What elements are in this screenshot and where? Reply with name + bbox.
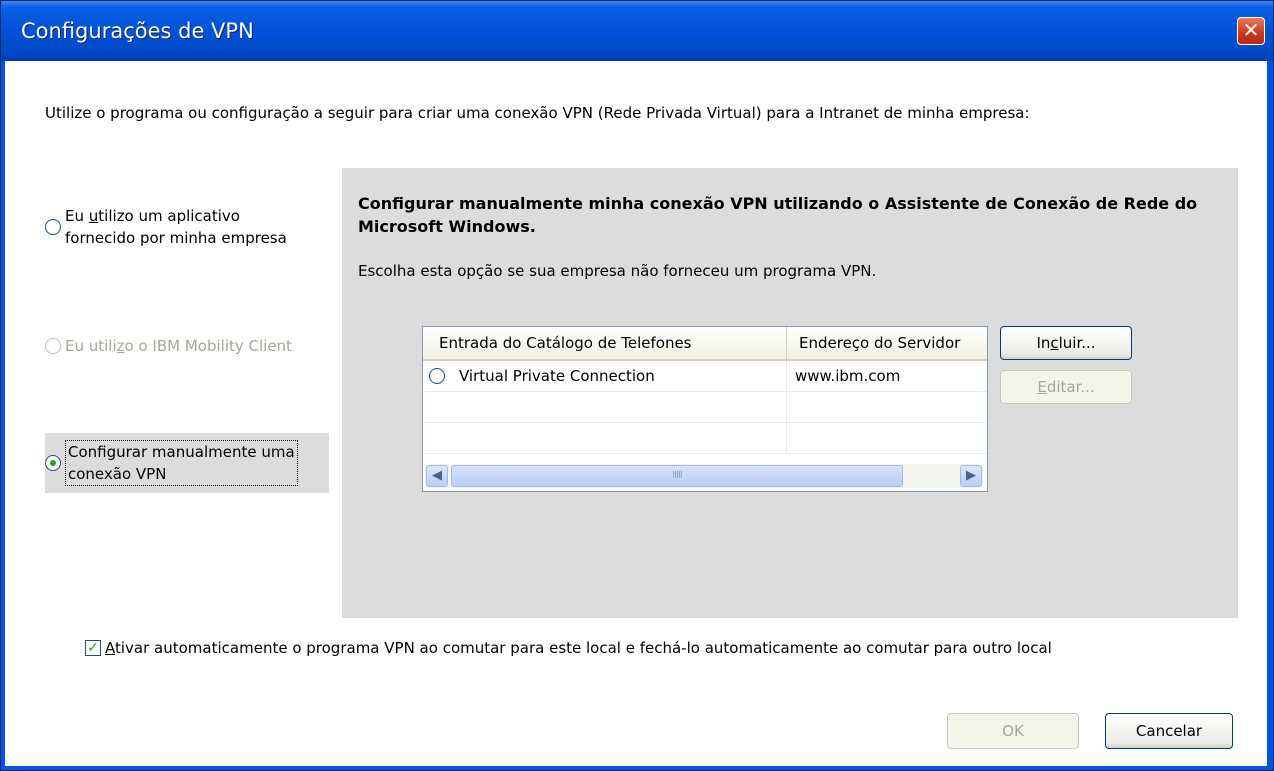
option-company-app-label: Eu utilizo um aplicativo fornecido por mi… xyxy=(65,207,287,247)
panel-description: Escolha esta opção se sua empresa não fo… xyxy=(358,262,877,280)
vpn-settings-dialog: Configurações de VPN ✕ Utilize o program… xyxy=(0,0,1274,771)
ok-button: OK xyxy=(947,713,1079,749)
list-header: Entrada do Catálogo de Telefones Endereç… xyxy=(423,327,987,361)
auto-activate-checkbox[interactable]: ✓ xyxy=(85,640,101,656)
scroll-left-icon[interactable]: ◀ xyxy=(426,465,448,487)
panel-heading: Configurar manualmente minha conexão VPN… xyxy=(358,194,1198,236)
auto-activate-label: Ativar automaticamente o programa VPN ao… xyxy=(105,639,1052,657)
auto-activate-option[interactable]: ✓ Ativar automaticamente o programa VPN … xyxy=(85,639,1052,657)
option-company-app[interactable]: Eu utilizo um aplicativo fornecido por mi… xyxy=(45,205,287,249)
add-button[interactable]: Incluir... xyxy=(1000,326,1132,360)
intro-text: Utilize o programa ou configuração a seg… xyxy=(45,104,1030,122)
option-ibm-client: Eu utilizo o IBM Mobility Client xyxy=(45,335,292,357)
server-address: www.ibm.com xyxy=(795,367,901,385)
radio-ibm-client xyxy=(45,338,61,354)
entry-name: Virtual Private Connection xyxy=(459,367,655,385)
list-row[interactable]: Virtual Private Connection www.ibm.com xyxy=(423,361,987,392)
option-ibm-client-label: Eu utilizo o IBM Mobility Client xyxy=(65,337,292,355)
edit-button: Editar... xyxy=(1000,370,1132,404)
dialog-body: Utilize o programa ou configuração a seg… xyxy=(5,61,1267,766)
option-manual-label: Configurar manualmente uma conexão VPN xyxy=(65,440,298,486)
list-row-empty xyxy=(423,392,987,423)
column-header-server[interactable]: Endereço do Servidor xyxy=(787,327,987,359)
title-bar[interactable]: Configurações de VPN ✕ xyxy=(1,1,1273,61)
list-row-empty xyxy=(423,423,987,454)
phonebook-list[interactable]: Entrada do Catálogo de Telefones Endereç… xyxy=(422,326,988,492)
manual-config-panel: Configurar manualmente minha conexão VPN… xyxy=(342,168,1238,618)
option-manual[interactable]: Configurar manualmente uma conexão VPN xyxy=(45,433,329,493)
window-title: Configurações de VPN xyxy=(21,19,254,43)
column-header-entry[interactable]: Entrada do Catálogo de Telefones xyxy=(423,327,787,359)
entry-cell: Virtual Private Connection xyxy=(423,361,787,391)
close-icon[interactable]: ✕ xyxy=(1237,17,1265,45)
scroll-thumb[interactable]: IIIII xyxy=(451,465,903,487)
horizontal-scrollbar[interactable]: ◀ IIIII ▶ xyxy=(425,464,983,488)
radio-company-app[interactable] xyxy=(45,219,61,235)
scroll-right-icon[interactable]: ▶ xyxy=(960,465,982,487)
cancel-button[interactable]: Cancelar xyxy=(1105,713,1233,749)
row-radio[interactable] xyxy=(429,368,445,384)
radio-manual[interactable] xyxy=(45,455,61,471)
